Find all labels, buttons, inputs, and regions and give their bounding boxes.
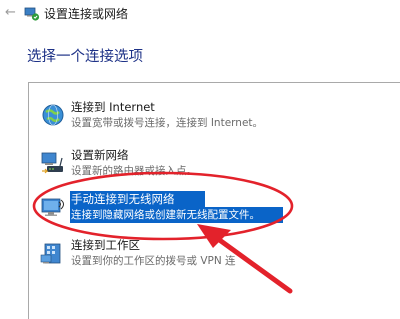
workplace-icon bbox=[40, 243, 61, 264]
router-icon bbox=[41, 152, 63, 174]
wireless-monitor-icon bbox=[41, 198, 64, 216]
option-description: 设置宽带或拨号连接，连接到 Internet。 bbox=[71, 117, 264, 129]
option-description: 连接到隐藏网络或创建新无线配置文件。 bbox=[71, 209, 260, 221]
option-connect-internet[interactable]: 连接到 Internet 设置宽带或拨号连接，连接到 Internet。 bbox=[29, 97, 359, 137]
option-title: 手动连接到无线网络 bbox=[71, 192, 175, 206]
option-description: 设置到你的工作区的拨号或 VPN 连 bbox=[71, 255, 236, 267]
globe-icon bbox=[42, 104, 64, 126]
option-connect-workplace[interactable]: 连接到工作区 设置到你的工作区的拨号或 VPN 连 bbox=[29, 235, 359, 275]
option-description: 设置新的路由器或接入点。 bbox=[71, 165, 197, 177]
connection-options-list: 连接到 Internet 设置宽带或拨号连接，连接到 Internet。 设置新… bbox=[28, 82, 400, 319]
option-new-network[interactable]: 设置新网络 设置新的路由器或接入点。 bbox=[29, 145, 359, 185]
option-title: 连接到工作区 bbox=[71, 238, 140, 252]
option-title: 设置新网络 bbox=[71, 148, 129, 162]
title-bar: ← 设置连接或网络 bbox=[0, 0, 400, 28]
back-arrow-icon[interactable]: ← bbox=[5, 6, 17, 20]
option-title: 连接到 Internet bbox=[71, 100, 155, 114]
network-setup-icon bbox=[24, 7, 40, 21]
page-heading: 选择一个连接选项 bbox=[27, 49, 143, 65]
window-title: 设置连接或网络 bbox=[44, 7, 129, 21]
option-manual-wireless[interactable]: 手动连接到无线网络 连接到隐藏网络或创建新无线配置文件。 bbox=[29, 189, 359, 229]
